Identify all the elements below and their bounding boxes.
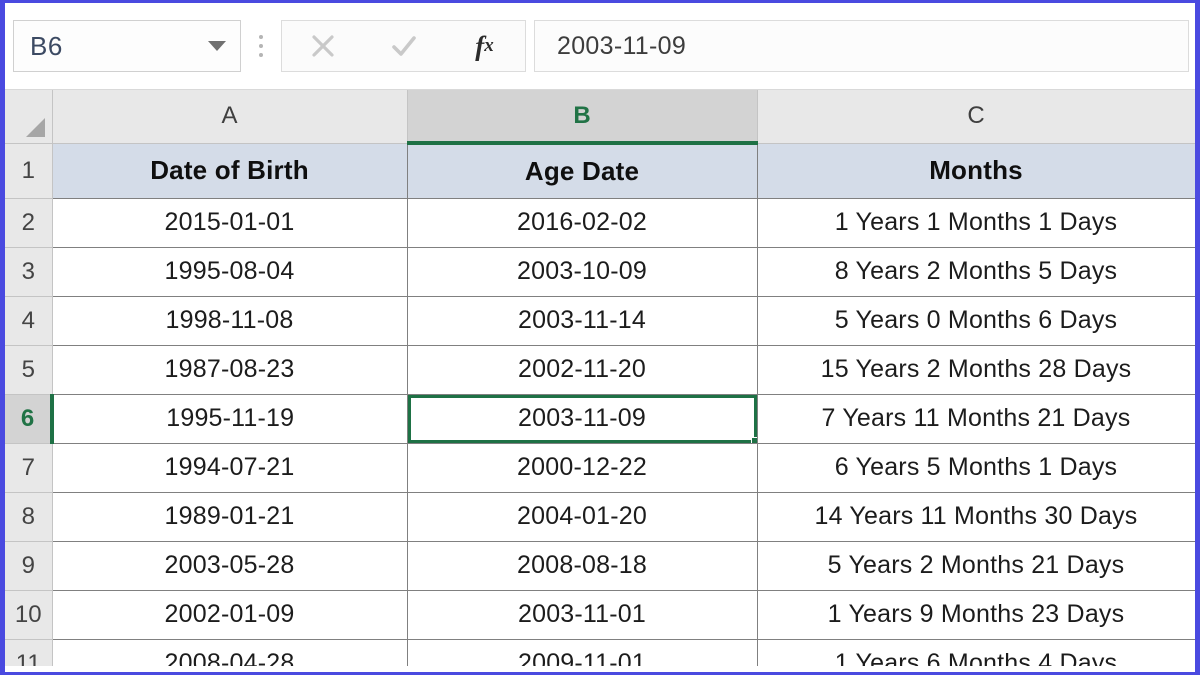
cell-b8[interactable]: 2004-01-20 xyxy=(407,492,757,541)
select-all-corner[interactable] xyxy=(5,90,52,143)
select-all-triangle-icon xyxy=(26,118,45,137)
dot-3 xyxy=(259,53,263,57)
cell-a3[interactable]: 1995-08-04 xyxy=(52,247,407,296)
cell-b2[interactable]: 2016-02-02 xyxy=(407,198,757,247)
formula-input[interactable]: 2003-11-09 xyxy=(534,20,1189,72)
cell-c7[interactable]: 6 Years 5 Months 1 Days xyxy=(757,443,1195,492)
cell-b9[interactable]: 2008-08-18 xyxy=(407,541,757,590)
cell-c3[interactable]: 8 Years 2 Months 5 Days xyxy=(757,247,1195,296)
cell-b11[interactable]: 2009-11-01 xyxy=(407,639,757,666)
formula-action-buttons: fx xyxy=(281,20,526,72)
cell-b6-value: 2003-11-09 xyxy=(518,404,646,432)
row-header-4[interactable]: 4 xyxy=(5,296,52,345)
cell-c8[interactable]: 14 Years 11 Months 30 Days xyxy=(757,492,1195,541)
cell-a10[interactable]: 2002-01-09 xyxy=(52,590,407,639)
cell-c4[interactable]: 5 Years 0 Months 6 Days xyxy=(757,296,1195,345)
table-row: 4 1998-11-08 2003-11-14 5 Years 0 Months… xyxy=(5,296,1195,345)
cell-c1[interactable]: Months xyxy=(757,143,1195,198)
table-row: 1 Date of Birth Age Date Months xyxy=(5,143,1195,198)
name-box-value: B6 xyxy=(30,31,63,62)
fx-letter-f: f xyxy=(475,31,484,62)
table-row: 8 1989-01-21 2004-01-20 14 Years 11 Mont… xyxy=(5,492,1195,541)
chevron-down-icon[interactable] xyxy=(208,41,226,51)
dot-1 xyxy=(259,35,263,39)
fx-icon[interactable]: fx xyxy=(460,26,510,66)
close-x-icon[interactable] xyxy=(298,26,348,66)
column-header-b[interactable]: B xyxy=(407,90,757,143)
table-row: 9 2003-05-28 2008-08-18 5 Years 2 Months… xyxy=(5,541,1195,590)
row-header-2[interactable]: 2 xyxy=(5,198,52,247)
table-row: 6 1995-11-19 2003-11-09 7 Years 11 Month… xyxy=(5,394,1195,443)
row-header-6[interactable]: 6 xyxy=(5,394,52,443)
sheet-table: A B C 1 Date of Birth Age Date Months 2 … xyxy=(5,90,1195,666)
cell-a9[interactable]: 2003-05-28 xyxy=(52,541,407,590)
cell-b5[interactable]: 2002-11-20 xyxy=(407,345,757,394)
cell-a4[interactable]: 1998-11-08 xyxy=(52,296,407,345)
table-row: 11 2008-04-28 2009-11-01 1 Years 6 Month… xyxy=(5,639,1195,666)
cell-b7[interactable]: 2000-12-22 xyxy=(407,443,757,492)
cell-a5[interactable]: 1987-08-23 xyxy=(52,345,407,394)
table-row: 3 1995-08-04 2003-10-09 8 Years 2 Months… xyxy=(5,247,1195,296)
cell-a2[interactable]: 2015-01-01 xyxy=(52,198,407,247)
cell-a8[interactable]: 1989-01-21 xyxy=(52,492,407,541)
cell-c2[interactable]: 1 Years 1 Months 1 Days xyxy=(757,198,1195,247)
column-header-row: A B C xyxy=(5,90,1195,143)
formula-input-value: 2003-11-09 xyxy=(557,32,686,61)
cell-c5[interactable]: 15 Years 2 Months 28 Days xyxy=(757,345,1195,394)
table-row: 7 1994-07-21 2000-12-22 6 Years 5 Months… xyxy=(5,443,1195,492)
cell-b3[interactable]: 2003-10-09 xyxy=(407,247,757,296)
excel-worksheet-window: B6 fx 2003-11- xyxy=(0,0,1200,675)
row-header-3[interactable]: 3 xyxy=(5,247,52,296)
worksheet-grid[interactable]: A B C 1 Date of Birth Age Date Months 2 … xyxy=(5,90,1195,666)
cell-c10[interactable]: 1 Years 9 Months 23 Days xyxy=(757,590,1195,639)
fill-handle[interactable] xyxy=(751,437,758,444)
check-icon[interactable] xyxy=(379,26,429,66)
row-header-1[interactable]: 1 xyxy=(5,143,52,198)
table-row: 10 2002-01-09 2003-11-01 1 Years 9 Month… xyxy=(5,590,1195,639)
cell-b4[interactable]: 2003-11-14 xyxy=(407,296,757,345)
row-header-7[interactable]: 7 xyxy=(5,443,52,492)
name-box[interactable]: B6 xyxy=(13,20,241,72)
cell-a11[interactable]: 2008-04-28 xyxy=(52,639,407,666)
row-header-10[interactable]: 10 xyxy=(5,590,52,639)
row-header-11[interactable]: 11 xyxy=(5,639,52,666)
table-row: 2 2015-01-01 2016-02-02 1 Years 1 Months… xyxy=(5,198,1195,247)
cell-a6[interactable]: 1995-11-19 xyxy=(52,394,407,443)
vertical-dots-separator xyxy=(241,35,281,57)
cell-b6-selected[interactable]: 2003-11-09 xyxy=(407,394,757,443)
cell-c6[interactable]: 7 Years 11 Months 21 Days xyxy=(757,394,1195,443)
table-row: 5 1987-08-23 2002-11-20 15 Years 2 Month… xyxy=(5,345,1195,394)
cell-c11[interactable]: 1 Years 6 Months 4 Days xyxy=(757,639,1195,666)
cell-b1[interactable]: Age Date xyxy=(407,143,757,198)
row-header-5[interactable]: 5 xyxy=(5,345,52,394)
dot-2 xyxy=(259,44,263,48)
formula-bar: B6 fx 2003-11- xyxy=(5,3,1195,90)
fx-letter-x: x xyxy=(484,35,494,57)
row-header-8[interactable]: 8 xyxy=(5,492,52,541)
cell-b10[interactable]: 2003-11-01 xyxy=(407,590,757,639)
column-header-c[interactable]: C xyxy=(757,90,1195,143)
cell-c9[interactable]: 5 Years 2 Months 21 Days xyxy=(757,541,1195,590)
cell-a1[interactable]: Date of Birth xyxy=(52,143,407,198)
row-header-9[interactable]: 9 xyxy=(5,541,52,590)
cell-a7[interactable]: 1994-07-21 xyxy=(52,443,407,492)
column-header-a[interactable]: A xyxy=(52,90,407,143)
